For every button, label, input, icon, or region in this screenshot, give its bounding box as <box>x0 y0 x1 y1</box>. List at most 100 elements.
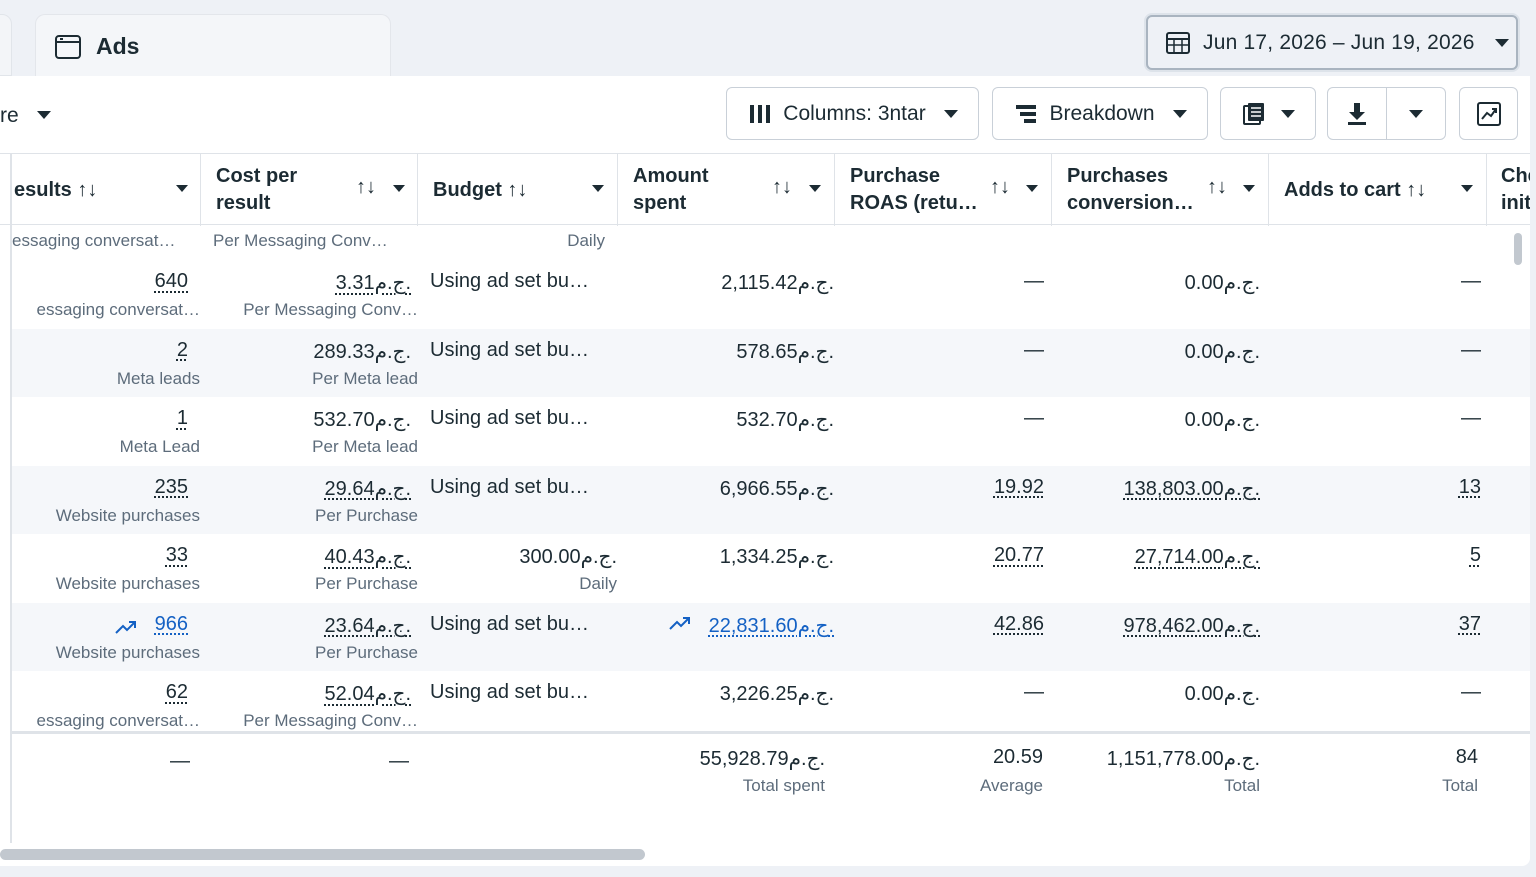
cost-per-result-value: 289.33ج.م. <box>313 340 411 363</box>
amount-spent-value: 1,334.25ج.م. <box>719 546 834 568</box>
purchase-roas-value[interactable]: 19.92 <box>994 476 1044 499</box>
ads-table-panel: re Columns: 3ntar Breakdown esults ↑↓ Co… <box>0 76 1530 866</box>
previous-tab[interactable] <box>0 14 12 76</box>
total-results: — <box>170 750 190 772</box>
sort-icon[interactable]: ↑↓ <box>772 176 792 199</box>
column-header-results[interactable]: esults ↑↓ <box>0 154 201 226</box>
cost-per-result-label: Per Meta lead <box>312 368 418 388</box>
purchase-roas-value[interactable]: 20.77 <box>994 544 1044 567</box>
cost-per-result-label: Per Messaging Conv… <box>243 711 418 730</box>
cost-per-result-value[interactable]: 3.31ج.م. <box>336 270 411 295</box>
column-header-budget[interactable]: Budget ↑↓ <box>418 154 618 226</box>
table-row[interactable]: 966 Website purchases 23.64ج.م. Per Purchas… <box>12 602 1530 671</box>
charts-button[interactable] <box>1459 87 1518 140</box>
chevron-down-icon[interactable] <box>809 185 821 192</box>
table-row[interactable]: 2 Meta leads 289.33ج.م. Per Meta lead Using … <box>12 328 1530 397</box>
cost-per-result-value[interactable]: 29.64ج.م. <box>325 476 411 501</box>
results-value[interactable]: 62 <box>166 681 188 704</box>
chevron-down-icon[interactable] <box>37 111 51 119</box>
results-value[interactable]: 1 <box>177 407 188 430</box>
adds-to-cart-value[interactable]: 13 <box>1459 476 1481 499</box>
horizontal-scrollbar[interactable] <box>0 849 645 860</box>
cost-per-result-value[interactable]: 40.43ج.م. <box>325 544 411 569</box>
vertical-scrollbar[interactable] <box>1514 233 1522 265</box>
purchase-roas-value[interactable]: 42.86 <box>994 613 1044 636</box>
reports-button[interactable] <box>1220 87 1316 140</box>
column-title: Budget ↑↓ <box>433 178 528 201</box>
purchases-conversion-value: 0.00ج.م. <box>1184 272 1260 294</box>
results-value[interactable]: 235 <box>155 476 188 499</box>
date-range-picker[interactable]: Jun 17, 2026 – Jun 19, 2026 <box>1146 15 1518 70</box>
column-header-purchase-roas[interactable]: Purchase ROAS (retu… ↑↓ <box>835 154 1052 226</box>
column-header-checkouts-initiated[interactable]: Che init <box>1487 154 1530 226</box>
column-header-purchases-conversion[interactable]: Purchases conversion… ↑↓ <box>1052 154 1269 226</box>
export-options-button[interactable] <box>1386 87 1446 140</box>
table-row[interactable]: 640 essaging conversat… 3.31ج.م. Per Messag… <box>12 260 1530 328</box>
columns-icon <box>750 104 771 123</box>
columns-button[interactable]: Columns: 3ntar <box>726 87 979 140</box>
results-value[interactable]: 33 <box>166 544 188 567</box>
chevron-down-icon <box>943 109 958 118</box>
budget-value: Using ad set bu… <box>430 681 589 703</box>
amount-spent-value: 3,226.25ج.م. <box>719 683 834 705</box>
results-label: essaging conversat… <box>36 711 200 730</box>
cost-per-result-label: Per Purchase <box>315 642 418 662</box>
results-label: Meta leads <box>116 368 200 388</box>
export-button[interactable] <box>1327 87 1387 140</box>
purchases-conversion-value[interactable]: 978,462.00ج.م. <box>1123 613 1260 638</box>
ads-table: esults ↑↓ Cost per result ↑↓ Budget ↑↓ A… <box>0 153 1530 843</box>
adds-to-cart-value: — <box>1461 681 1481 703</box>
table-row[interactable]: 62 essaging conversat… 52.04ج.م. Per Messag… <box>12 671 1530 739</box>
adds-to-cart-value[interactable]: 37 <box>1459 613 1481 636</box>
total-amount-spent: 55,928.79ج.م. <box>699 748 825 770</box>
cost-per-result-value[interactable]: 52.04ج.م. <box>325 681 411 706</box>
table-row[interactable]: essaging conversat… Per Messaging Conv… … <box>12 226 1530 260</box>
chevron-down-icon[interactable] <box>176 185 188 192</box>
adds-to-cart-value: — <box>1461 407 1481 429</box>
results-label: Website purchases <box>55 642 200 662</box>
cost-per-result-value[interactable]: 23.64ج.م. <box>325 613 411 638</box>
column-title: esults ↑↓ <box>14 178 98 201</box>
chevron-down-icon[interactable] <box>393 185 405 192</box>
column-title: Che <box>1501 165 1530 187</box>
sort-icon[interactable]: ↑↓ <box>356 176 376 199</box>
results-value[interactable]: 640 <box>155 270 188 293</box>
amount-spent-value[interactable]: 22,831.60ج.م. <box>709 613 834 638</box>
chevron-down-icon[interactable] <box>1243 185 1255 192</box>
column-header-cost-per-result[interactable]: Cost per result ↑↓ <box>201 154 418 226</box>
trend-chart-icon <box>1476 101 1501 126</box>
column-header-adds-to-cart[interactable]: Adds to cart ↑↓ <box>1269 154 1487 226</box>
date-range-label: Jun 17, 2026 – Jun 19, 2026 <box>1203 30 1475 54</box>
cost-per-result-value: 532.70ج.م. <box>313 409 411 431</box>
adds-to-cart-value[interactable]: 5 <box>1470 544 1481 567</box>
table-row[interactable]: 235 Website purchases 29.64ج.م. Per Purchas… <box>12 465 1530 534</box>
results-label: essaging conversat… <box>36 300 200 319</box>
table-row[interactable]: 33 Website purchases 40.43ج.م. Per Purchase… <box>12 534 1530 602</box>
breakdown-button[interactable]: Breakdown <box>992 87 1208 140</box>
budget-label: Daily <box>567 231 605 250</box>
budget-value: Using ad set bu… <box>430 270 589 292</box>
purchases-conversion-value: 0.00ج.م. <box>1184 683 1260 705</box>
sort-icon[interactable]: ↑↓ <box>990 176 1010 199</box>
column-title: Purchases <box>1067 165 1169 187</box>
chevron-down-icon[interactable] <box>592 185 604 192</box>
results-value[interactable]: 2 <box>177 339 188 362</box>
purchase-roas-value: — <box>1024 270 1044 292</box>
cost-label: Per Messaging Conv… <box>213 231 388 250</box>
budget-value: Using ad set bu… <box>430 338 589 361</box>
purchases-conversion-value[interactable]: 27,714.00ج.م. <box>1135 544 1260 569</box>
tab-ads[interactable]: Ads <box>35 14 391 78</box>
column-header-amount-spent[interactable]: Amount spent ↑↓ <box>618 154 835 226</box>
trending-up-icon <box>115 620 136 634</box>
total-cost: — <box>389 750 409 772</box>
chevron-down-icon <box>1494 38 1509 47</box>
purchases-conversion-value[interactable]: 138,803.00ج.م. <box>1123 476 1260 501</box>
sort-icon[interactable]: ↑↓ <box>1207 176 1227 199</box>
view-selector-label[interactable]: re <box>0 104 19 128</box>
chevron-down-icon <box>1409 109 1423 118</box>
chevron-down-icon[interactable] <box>1026 185 1038 192</box>
chevron-down-icon[interactable] <box>1461 185 1473 192</box>
chevron-down-icon <box>1281 109 1295 118</box>
results-value[interactable]: 966 <box>155 613 188 636</box>
table-row[interactable]: 1 Meta Lead 532.70ج.م. Per Meta lead Using a… <box>12 397 1530 465</box>
